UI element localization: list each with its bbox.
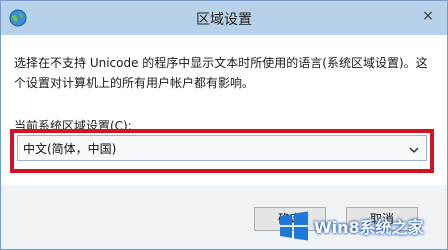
- description-text: 选择在不支持 Unicode 的程序中显示文本时所使用的语言(系统区域设置)。这…: [14, 56, 428, 90]
- chevron-down-icon: [408, 141, 420, 154]
- windows-logo-icon: [278, 210, 310, 242]
- close-button[interactable]: ×: [415, 5, 441, 27]
- watermark-text: Win8系统之家: [314, 218, 424, 237]
- watermark: Win8系统之家: [270, 204, 448, 250]
- title-bar: 区域设置 ×: [1, 1, 447, 35]
- window-title: 区域设置: [196, 12, 252, 28]
- system-locale-select[interactable]: 中文(简体，中国): [17, 135, 427, 161]
- select-value: 中文(简体，中国): [23, 142, 117, 156]
- close-icon: ×: [422, 8, 434, 24]
